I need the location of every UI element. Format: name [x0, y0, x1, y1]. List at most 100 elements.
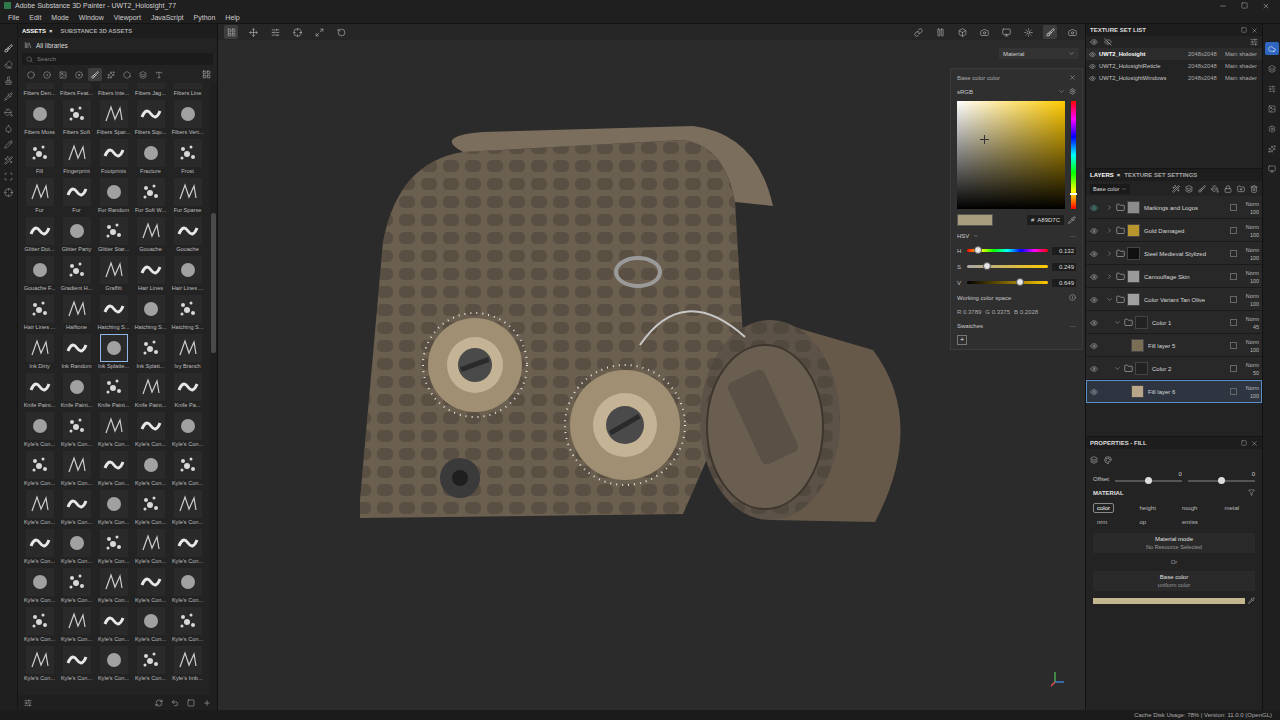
- chevron-down-icon[interactable]: [973, 233, 979, 239]
- brush-item[interactable]: Hatching S...: [132, 295, 169, 334]
- panel-tab[interactable]: TEXTURE SET SETTINGS: [1124, 172, 1197, 178]
- channel-button[interactable]: op: [1136, 517, 1151, 527]
- brush-item[interactable]: Fur Random: [95, 178, 132, 217]
- channel-button[interactable]: metal: [1221, 503, 1244, 513]
- brush-item[interactable]: Fibers Inte...: [95, 83, 132, 100]
- brush-thumbnail[interactable]: [26, 373, 54, 401]
- side-button[interactable]: [1265, 82, 1279, 95]
- mask-thumbnail[interactable]: [1127, 201, 1140, 214]
- brush-thumbnail[interactable]: [63, 490, 91, 518]
- brush-thumbnail[interactable]: [26, 607, 54, 635]
- brush-filter-icon[interactable]: [91, 71, 99, 79]
- brush-thumbnail[interactable]: [63, 373, 91, 401]
- mask-icon[interactable]: [1224, 185, 1232, 193]
- brush-item[interactable]: Kyle's Con...: [21, 490, 58, 529]
- tool-icon[interactable]: [4, 140, 13, 149]
- paint-mode-button[interactable]: [1043, 25, 1057, 39]
- brush-thumbnail[interactable]: [137, 373, 165, 401]
- side-button[interactable]: [1265, 102, 1279, 115]
- brush-item[interactable]: Kyle's Con...: [95, 646, 132, 685]
- layer-blend[interactable]: Norm45: [1239, 316, 1259, 330]
- eyedropper-icon[interactable]: [1248, 597, 1255, 604]
- pause-button[interactable]: [933, 25, 947, 39]
- new-window-icon[interactable]: [187, 699, 195, 707]
- brush-thumbnail[interactable]: [63, 451, 91, 479]
- layer-row[interactable]: Fill layer 6Norm100: [1086, 380, 1262, 403]
- brush-thumbnail[interactable]: [174, 412, 202, 440]
- side-button[interactable]: [1265, 162, 1279, 175]
- brush-item[interactable]: Fibers Den...: [21, 83, 58, 100]
- texture-set-item[interactable]: UWT2_HolosightReticle2048x2048Main shade…: [1086, 60, 1262, 72]
- brush-thumbnail[interactable]: [137, 178, 165, 206]
- texture-set-item[interactable]: UWT2_Holosight2048x2048Main shader: [1086, 48, 1262, 60]
- brush-item[interactable]: Kyle's Imb...: [169, 646, 206, 685]
- offset-track[interactable]: [1188, 480, 1255, 482]
- close-icon[interactable]: [1262, 2, 1270, 10]
- maximize-icon[interactable]: [1241, 2, 1248, 9]
- align-button[interactable]: [290, 25, 304, 39]
- eye-icon[interactable]: [1090, 250, 1098, 258]
- brush-item[interactable]: Fingerprint: [58, 139, 95, 178]
- side-button[interactable]: [1265, 42, 1279, 55]
- layer-blend[interactable]: Norm50: [1239, 362, 1259, 376]
- text-filter-icon[interactable]: [155, 71, 163, 79]
- tool-icon[interactable]: [4, 108, 13, 117]
- fill-layer-icon[interactable]: [1211, 185, 1219, 193]
- brush-thumbnail[interactable]: [26, 83, 54, 89]
- brush-thumbnail[interactable]: [174, 256, 202, 284]
- brush-thumbnail[interactable]: [137, 334, 165, 362]
- brush-item[interactable]: Fibers Line: [169, 83, 206, 100]
- grid-button[interactable]: [224, 25, 238, 39]
- brush-thumbnail[interactable]: [174, 529, 202, 557]
- layer-checkbox[interactable]: [1230, 319, 1237, 326]
- brush-thumbnail[interactable]: [100, 412, 128, 440]
- brush-thumbnail[interactable]: [137, 412, 165, 440]
- brush-thumbnail[interactable]: [26, 490, 54, 518]
- brush-item[interactable]: Kyle's Con...: [95, 568, 132, 607]
- brush-item[interactable]: Hair Lines: [132, 256, 169, 295]
- tool-icon[interactable]: [4, 92, 13, 101]
- brush-item[interactable]: Kyle's Con...: [132, 568, 169, 607]
- brush-item[interactable]: Fur Soft W...: [132, 178, 169, 217]
- view-button[interactable]: [955, 25, 969, 39]
- channel-button[interactable]: height: [1136, 503, 1160, 513]
- material-mode[interactable]: Material modeNo Resource Selected: [1093, 533, 1255, 553]
- side-button[interactable]: [1265, 142, 1279, 155]
- chevron-down-icon[interactable]: [1058, 88, 1065, 95]
- grid-icon[interactable]: [227, 28, 236, 37]
- slider-knob[interactable]: [1016, 278, 1024, 286]
- link-button[interactable]: [911, 25, 925, 39]
- hue-marker[interactable]: [1070, 193, 1077, 195]
- brush-thumbnail[interactable]: [26, 412, 54, 440]
- refresh-icon[interactable]: [155, 699, 163, 707]
- layer-visibility[interactable]: [1087, 273, 1101, 281]
- expand-icon[interactable]: [1106, 250, 1113, 257]
- side-button[interactable]: [1265, 62, 1279, 75]
- grid-view-icon[interactable]: [202, 70, 211, 79]
- brush-thumbnail[interactable]: [26, 334, 54, 362]
- brush-item[interactable]: Hatching S...: [169, 295, 206, 334]
- brush-thumbnail[interactable]: [26, 256, 54, 284]
- brush-item[interactable]: Kyle's Con...: [95, 529, 132, 568]
- reset-icon[interactable]: [337, 28, 346, 37]
- brush-thumbnail[interactable]: [137, 295, 165, 323]
- undock-icon[interactable]: [1241, 27, 1247, 33]
- tab-close[interactable]: ×: [1117, 172, 1121, 178]
- brush-item[interactable]: Kyle's Con...: [132, 646, 169, 685]
- brush-thumbnail[interactable]: [100, 529, 128, 557]
- brush-thumbnail[interactable]: [174, 568, 202, 596]
- light-button[interactable]: [1021, 25, 1035, 39]
- brush-thumbnail[interactable]: [100, 139, 128, 167]
- brush-thumbnail[interactable]: [174, 607, 202, 635]
- brush-thumbnail[interactable]: [63, 568, 91, 596]
- layer-visibility[interactable]: [1087, 388, 1101, 396]
- brush-thumbnail[interactable]: [63, 100, 91, 128]
- layer-row[interactable]: Steel Medieval StylizedNorm100: [1086, 242, 1262, 265]
- color-cursor[interactable]: [980, 135, 989, 144]
- layer-blend[interactable]: Norm100: [1239, 224, 1259, 238]
- brush-item[interactable]: Knife Paint...: [58, 373, 95, 412]
- pause-icon[interactable]: [936, 28, 945, 37]
- filter-button[interactable]: [56, 68, 70, 81]
- base-color-swatch[interactable]: [1093, 598, 1245, 604]
- brush-item[interactable]: Kyle's Con...: [132, 529, 169, 568]
